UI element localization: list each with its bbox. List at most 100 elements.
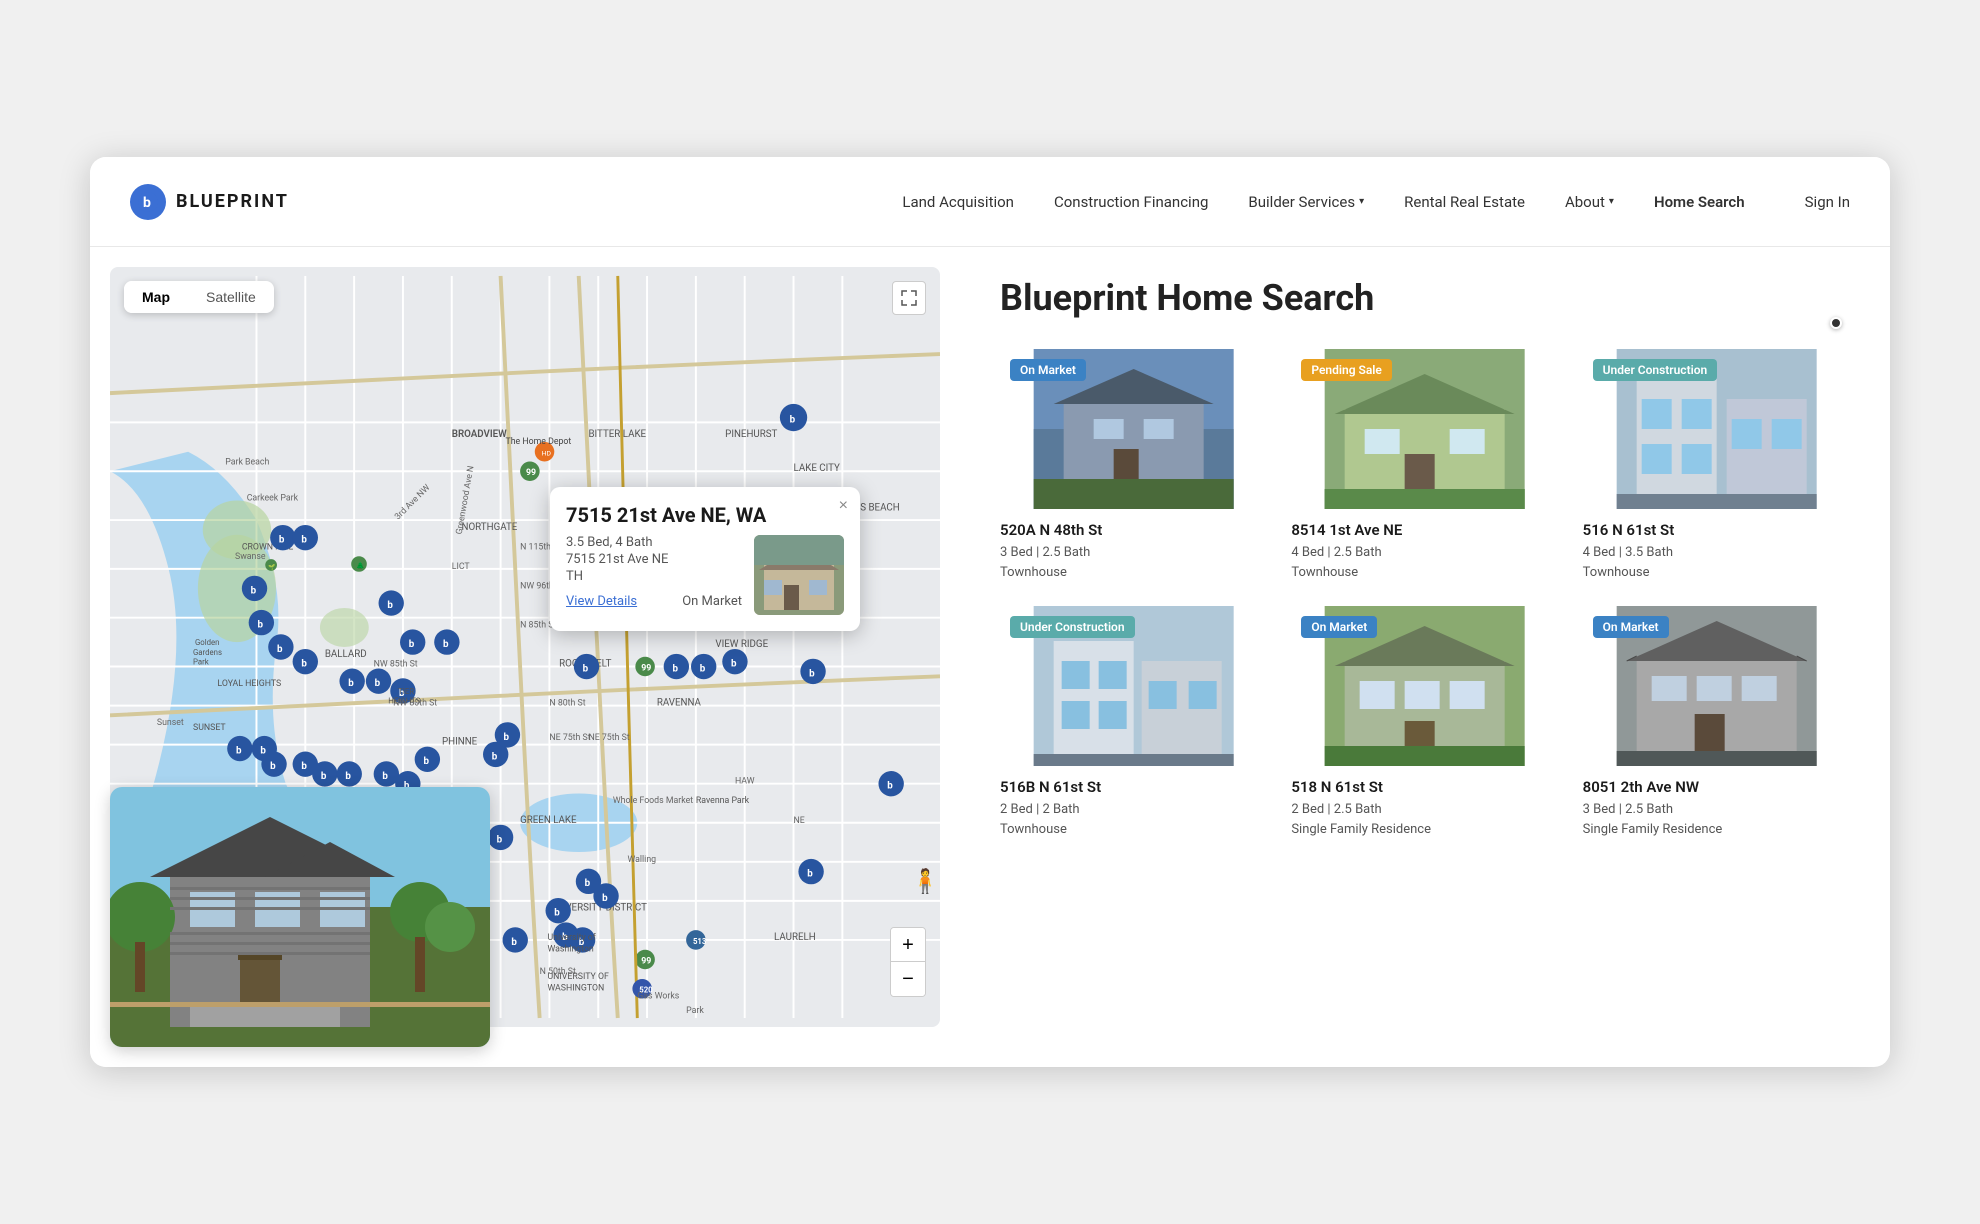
- svg-text:b: b: [807, 868, 813, 879]
- logo[interactable]: b BLUEPRINT: [130, 184, 289, 220]
- svg-text:b: b: [497, 834, 503, 845]
- map-toggle-map[interactable]: Map: [124, 281, 188, 313]
- nav-sign-in[interactable]: Sign In: [1805, 193, 1850, 211]
- svg-text:Park Beach: Park Beach: [225, 457, 269, 467]
- svg-text:b: b: [279, 535, 285, 546]
- svg-text:LAKE CITY: LAKE CITY: [794, 463, 841, 474]
- house-photo: [110, 787, 490, 1047]
- svg-text:Carkeek Park: Carkeek Park: [247, 494, 299, 504]
- svg-text:Gas Works: Gas Works: [637, 992, 679, 1002]
- listing-card-3[interactable]: Under Construction: [1583, 349, 1850, 582]
- listings-grid: On Market: [1000, 349, 1850, 839]
- nav-construction-financing[interactable]: Construction Financing: [1054, 193, 1208, 211]
- svg-text:University of: University of: [547, 933, 596, 943]
- svg-text:Washington: Washington: [547, 945, 593, 955]
- nav-builder-services[interactable]: Builder Services ▾: [1248, 193, 1364, 211]
- listing-img-6: On Market: [1583, 606, 1850, 766]
- logo-icon: b: [130, 184, 166, 220]
- listing-badge-2: Pending Sale: [1301, 359, 1392, 381]
- map-popup: × 7515 21st Ave NE, WA 3.5 Bed, 4 Bath 7…: [550, 487, 860, 631]
- svg-text:b: b: [790, 414, 796, 425]
- svg-text:b: b: [731, 659, 737, 670]
- svg-text:Ravenna Park: Ravenna Park: [696, 796, 750, 806]
- listing-badge-6: On Market: [1593, 616, 1669, 638]
- map-toggle-satellite[interactable]: Satellite: [188, 281, 274, 313]
- svg-text:b: b: [602, 893, 608, 904]
- svg-text:VIEW RIDGE: VIEW RIDGE: [715, 639, 768, 650]
- svg-text:b: b: [443, 639, 449, 650]
- popup-street: 7515 21st Ave NE: [566, 552, 742, 567]
- svg-text:LOYAL HEIGHTS: LOYAL HEIGHTS: [217, 679, 281, 689]
- listing-address-4: 516B N 61st St: [1000, 778, 1267, 796]
- main-window: b BLUEPRINT Land Acquisition Constructio…: [90, 157, 1890, 1067]
- svg-text:BALLARD: BALLARD: [325, 649, 367, 660]
- listing-badge-1: On Market: [1010, 359, 1086, 381]
- popup-type: TH: [566, 569, 742, 584]
- svg-text:b: b: [511, 937, 517, 948]
- svg-text:LAURELH: LAURELH: [774, 932, 816, 943]
- svg-text:NE 75th St: NE 75th St: [549, 733, 590, 743]
- listing-badge-4: Under Construction: [1010, 616, 1135, 638]
- svg-text:🌱: 🌱: [268, 563, 275, 571]
- listing-img-4: Under Construction: [1000, 606, 1267, 766]
- svg-text:NW 85th St: NW 85th St: [374, 660, 418, 670]
- listing-card-6[interactable]: On Market: [1583, 606, 1850, 839]
- svg-text:b: b: [301, 761, 307, 772]
- svg-text:b: b: [492, 751, 498, 762]
- svg-text:HAW: HAW: [735, 777, 755, 787]
- listing-address-5: 518 N 61st St: [1291, 778, 1558, 796]
- navbar: b BLUEPRINT Land Acquisition Constructio…: [90, 157, 1890, 247]
- svg-text:UNIVERSITY OF: UNIVERSITY OF: [547, 972, 609, 982]
- nav-land-acquisition[interactable]: Land Acquisition: [902, 193, 1014, 211]
- svg-text:b: b: [301, 535, 307, 546]
- svg-text:PINEHURST: PINEHURST: [725, 429, 777, 440]
- svg-text:b: b: [260, 745, 266, 756]
- listing-meta-1: 3 Bed | 2.5 Bath Townhouse: [1000, 543, 1267, 582]
- listing-card-1[interactable]: On Market: [1000, 349, 1267, 582]
- listing-img-3: Under Construction: [1583, 349, 1850, 509]
- svg-text:N 80th St: N 80th St: [549, 699, 585, 709]
- svg-text:b: b: [585, 878, 591, 889]
- svg-text:Whole Foods Market: Whole Foods Market: [613, 796, 693, 806]
- map-expand-button[interactable]: [892, 281, 926, 315]
- svg-text:PHINNE: PHINNE: [442, 737, 478, 748]
- nav-rental-real-estate[interactable]: Rental Real Estate: [1404, 193, 1525, 211]
- listing-card-5[interactable]: On Market: [1291, 606, 1558, 839]
- popup-beds: 3.5 Bed, 4 Bath: [566, 535, 742, 550]
- svg-text:The Home Depot: The Home Depot: [505, 437, 571, 447]
- listings-title: Blueprint Home Search: [1000, 277, 1850, 319]
- zoom-out-button[interactable]: −: [891, 962, 925, 996]
- listing-address-2: 8514 1st Ave NE: [1291, 521, 1558, 539]
- svg-text:b: b: [382, 771, 388, 782]
- zoom-in-button[interactable]: +: [891, 928, 925, 962]
- listing-card-4[interactable]: Under Construction: [1000, 606, 1267, 839]
- svg-text:b: b: [345, 771, 351, 782]
- svg-text:🌲: 🌲: [356, 561, 365, 570]
- svg-text:NE 75th St: NE 75th St: [588, 733, 629, 743]
- about-chevron: ▾: [1609, 196, 1614, 207]
- listing-card-2[interactable]: Pending Sale: [1291, 349, 1558, 582]
- svg-text:b: b: [672, 663, 678, 674]
- listing-meta-6: 3 Bed | 2.5 Bath Single Family Residence: [1583, 800, 1850, 839]
- svg-text:99: 99: [641, 956, 651, 966]
- map-toggle: Map Satellite: [124, 281, 274, 313]
- popup-view-details-link[interactable]: View Details: [566, 594, 637, 609]
- popup-close-button[interactable]: ×: [839, 497, 848, 515]
- svg-text:b: b: [554, 908, 560, 919]
- nav-links: Land Acquisition Construction Financing …: [902, 193, 1850, 211]
- nav-home-search[interactable]: Home Search: [1654, 193, 1745, 211]
- svg-text:BROADVIEW: BROADVIEW: [452, 429, 507, 440]
- map-section: Map Satellite + −: [90, 247, 960, 1067]
- svg-text:HEIGHTS: HEIGHTS: [388, 697, 420, 706]
- svg-text:Park: Park: [193, 658, 209, 667]
- listing-meta-2: 4 Bed | 2.5 Bath Townhouse: [1291, 543, 1558, 582]
- svg-text:WASHINGTON: WASHINGTON: [547, 984, 604, 994]
- listing-meta-3: 4 Bed | 3.5 Bath Townhouse: [1583, 543, 1850, 582]
- popup-info: 3.5 Bed, 4 Bath 7515 21st Ave NE TH View…: [566, 535, 742, 615]
- svg-text:99: 99: [526, 468, 536, 478]
- nav-about[interactable]: About ▾: [1565, 193, 1614, 211]
- builder-services-chevron: ▾: [1359, 196, 1364, 207]
- svg-text:b: b: [387, 600, 393, 611]
- svg-text:b: b: [257, 619, 263, 630]
- listing-address-6: 8051 2th Ave NW: [1583, 778, 1850, 796]
